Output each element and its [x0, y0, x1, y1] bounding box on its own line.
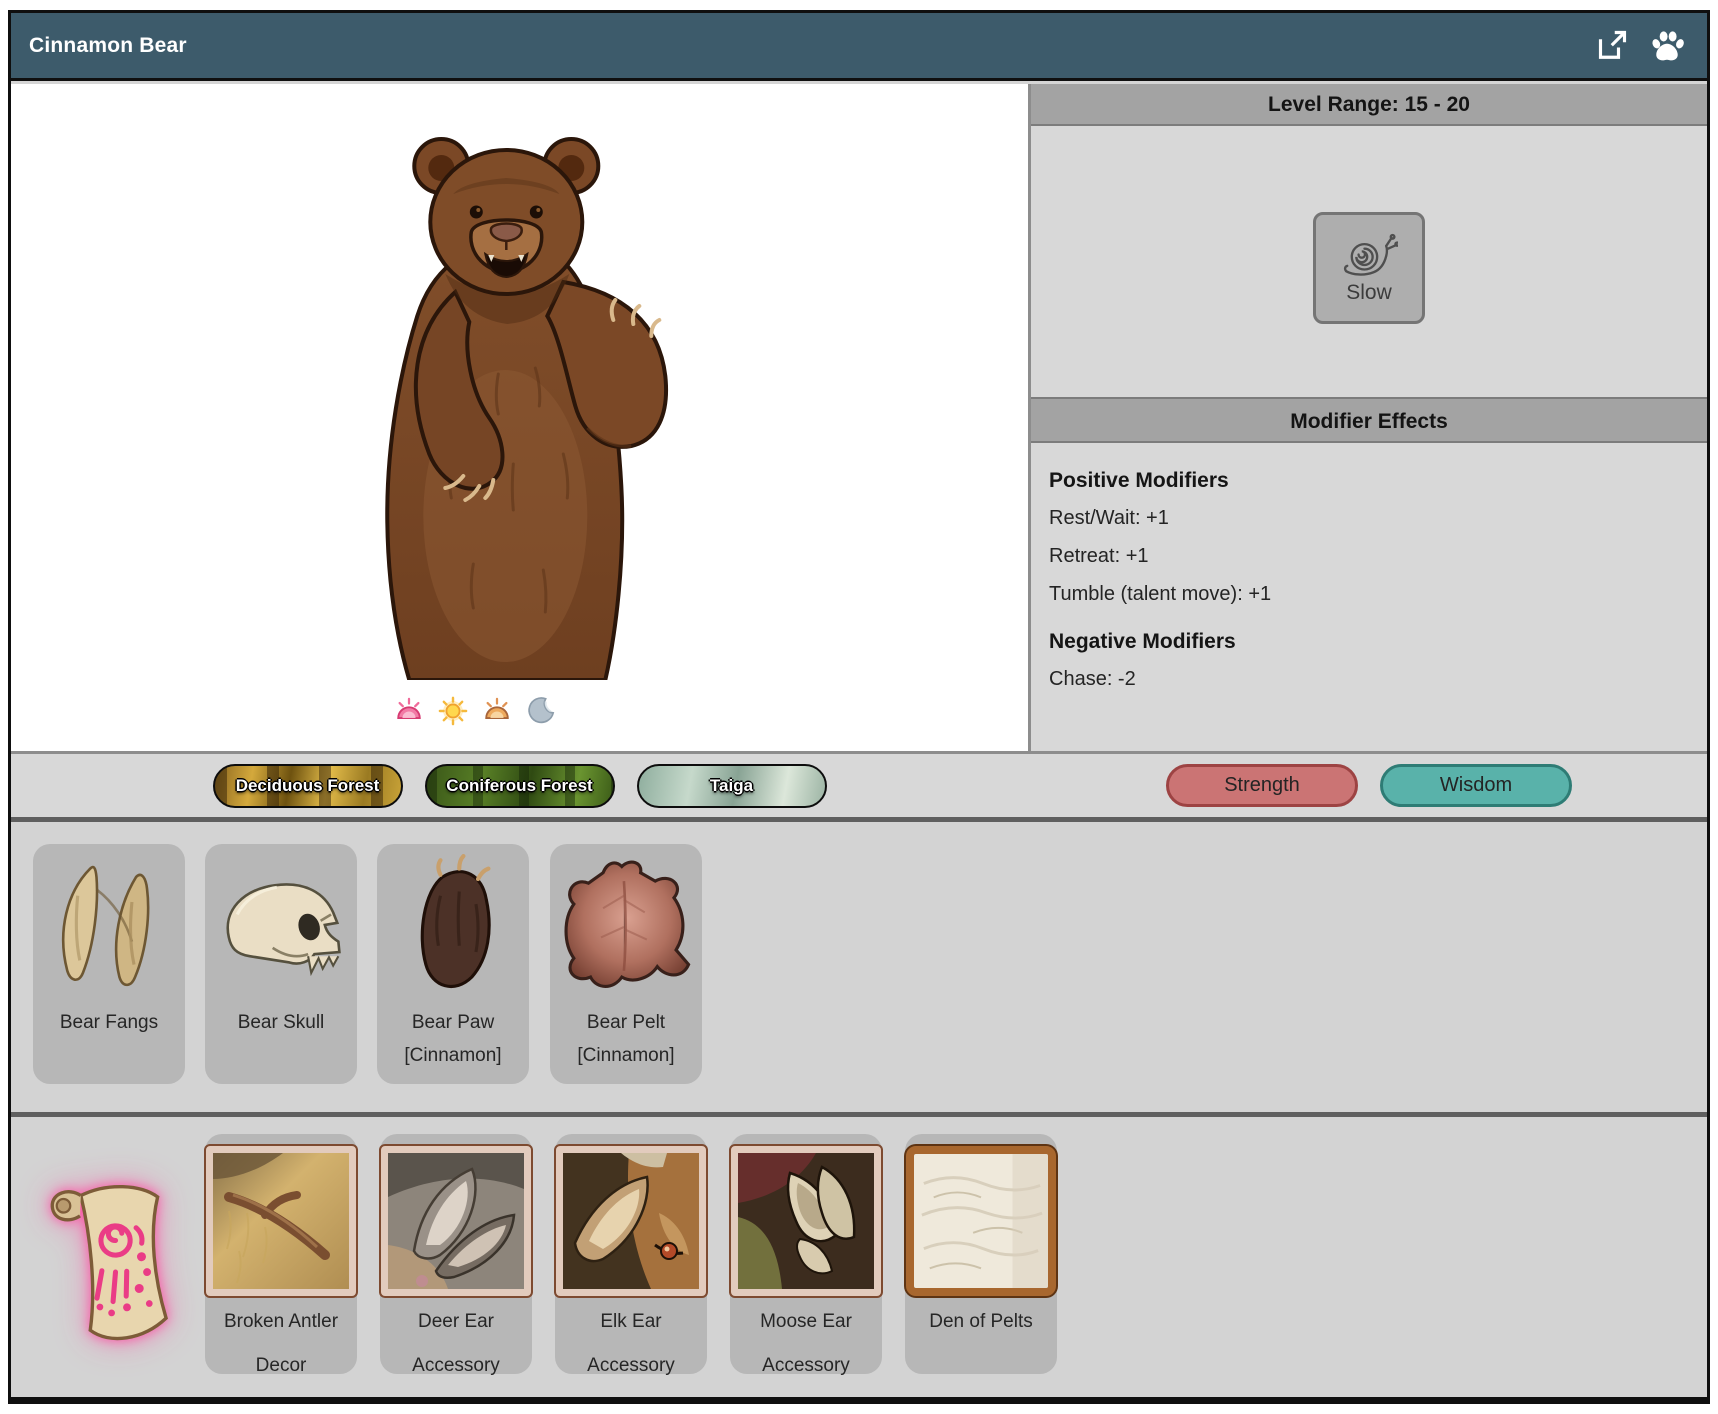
biome-tag-label: Deciduous Forest — [236, 776, 380, 796]
page-title: Cinnamon Bear — [11, 34, 187, 58]
item-name: Deer Ear — [380, 1304, 532, 1340]
item-variant: [Cinnamon] — [550, 1039, 702, 1072]
window-frame: Cinnamon Bear — [8, 10, 1710, 1404]
wisdom-label: Wisdom — [1440, 774, 1512, 797]
bear-fangs-icon — [36, 854, 182, 1000]
creature-image-panel — [11, 84, 1028, 751]
biome-stats-row: Deciduous Forest Coniferous Forest Taiga… — [11, 751, 1707, 817]
biome-tag-coniferous-forest[interactable]: Coniferous Forest — [425, 764, 615, 808]
modifier-line: Rest/Wait: +1 — [1049, 507, 1689, 530]
modifier-effects-body: Positive Modifiers Rest/Wait: +1 Retreat… — [1031, 449, 1707, 751]
title-bar: Cinnamon Bear — [11, 13, 1707, 81]
modifier-line: Chase: -2 — [1049, 668, 1689, 691]
craft-card-den-of-pelts[interactable]: Den of Pelts — [905, 1134, 1057, 1374]
craft-card-moose-ear-accessory[interactable]: Moose Ear Accessory — [730, 1134, 882, 1374]
biome-tag-label: Taiga — [710, 776, 753, 796]
craftables-row: Broken Antler Decor Deer — [11, 1117, 1707, 1397]
drops-row: Bear Fangs Bear Skull — [11, 822, 1707, 1112]
item-name-2: Accessory — [555, 1348, 707, 1384]
strength-label: Strength — [1224, 774, 1300, 797]
item-name: Broken Antler — [205, 1304, 357, 1340]
deer-ear-icon — [381, 1146, 531, 1296]
trait-slow-badge[interactable]: Slow — [1313, 212, 1425, 324]
strength-button[interactable]: Strength — [1166, 764, 1358, 807]
external-link-button[interactable] — [1591, 26, 1631, 66]
biome-tag-label: Coniferous Forest — [446, 776, 592, 796]
stat-button-group: Strength Wisdom — [1031, 764, 1707, 807]
item-name: Bear Paw — [377, 1006, 529, 1039]
paw-button[interactable] — [1647, 26, 1687, 66]
item-name: Bear Pelt — [550, 1006, 702, 1039]
active-time-row — [0, 696, 983, 726]
drop-card-bear-fangs[interactable]: Bear Fangs — [33, 844, 185, 1084]
item-name: Bear Skull — [205, 1006, 357, 1039]
info-panel: Level Range: 15 - 20 Slow — [1031, 84, 1707, 751]
item-name: Moose Ear — [730, 1304, 882, 1340]
craft-card-elk-ear-accessory[interactable]: Elk Ear Accessory — [555, 1134, 707, 1374]
item-name-2: Decor — [205, 1348, 357, 1384]
den-of-pelts-icon — [906, 1146, 1056, 1296]
negative-modifiers-heading: Negative Modifiers — [1049, 630, 1689, 654]
paw-icon — [1649, 28, 1685, 64]
positive-modifiers-heading: Positive Modifiers — [1049, 469, 1689, 493]
biome-tag-list: Deciduous Forest Coniferous Forest Taiga — [11, 764, 1028, 808]
creature-image — [313, 124, 703, 680]
moose-ear-icon — [731, 1146, 881, 1296]
item-name: Den of Pelts — [905, 1304, 1057, 1340]
drop-card-bear-pelt[interactable]: Bear Pelt [Cinnamon] — [550, 844, 702, 1084]
craft-card-broken-antler-decor[interactable]: Broken Antler Decor — [205, 1134, 357, 1374]
title-bar-actions — [1591, 26, 1707, 66]
bear-pelt-icon — [553, 854, 699, 1000]
day-icon — [438, 696, 468, 726]
item-name-2: Accessory — [380, 1348, 532, 1384]
elk-ear-icon — [556, 1146, 706, 1296]
recipe-scroll-icon[interactable] — [41, 1173, 191, 1353]
bear-skull-icon — [208, 854, 354, 1000]
level-range-header: Level Range: 15 - 20 — [1031, 84, 1707, 126]
modifier-effects-header: Modifier Effects — [1031, 397, 1707, 443]
item-name-2: Accessory — [730, 1348, 882, 1384]
craft-card-deer-ear-accessory[interactable]: Deer Ear Accessory — [380, 1134, 532, 1374]
creature-detail-page: Cinnamon Bear — [0, 0, 1718, 1414]
broken-antler-icon — [206, 1146, 356, 1296]
modifier-line: Tumble (talent move): +1 — [1049, 583, 1689, 606]
item-name: Elk Ear — [555, 1304, 707, 1340]
item-name: Bear Fangs — [33, 1006, 185, 1039]
dusk-icon — [482, 696, 512, 726]
biome-tag-taiga[interactable]: Taiga — [637, 764, 827, 808]
dawn-icon — [394, 696, 424, 726]
drop-card-bear-skull[interactable]: Bear Skull — [205, 844, 357, 1084]
wisdom-button[interactable]: Wisdom — [1380, 764, 1572, 807]
snail-icon — [1340, 232, 1398, 278]
biome-tag-deciduous-forest[interactable]: Deciduous Forest — [213, 764, 403, 808]
modifier-line: Retreat: +1 — [1049, 545, 1689, 568]
item-variant: [Cinnamon] — [377, 1039, 529, 1072]
night-icon — [526, 696, 556, 726]
drop-card-bear-paw[interactable]: Bear Paw [Cinnamon] — [377, 844, 529, 1084]
external-link-icon — [1593, 28, 1629, 64]
trait-label: Slow — [1346, 281, 1392, 305]
bear-paw-icon — [380, 854, 526, 1000]
